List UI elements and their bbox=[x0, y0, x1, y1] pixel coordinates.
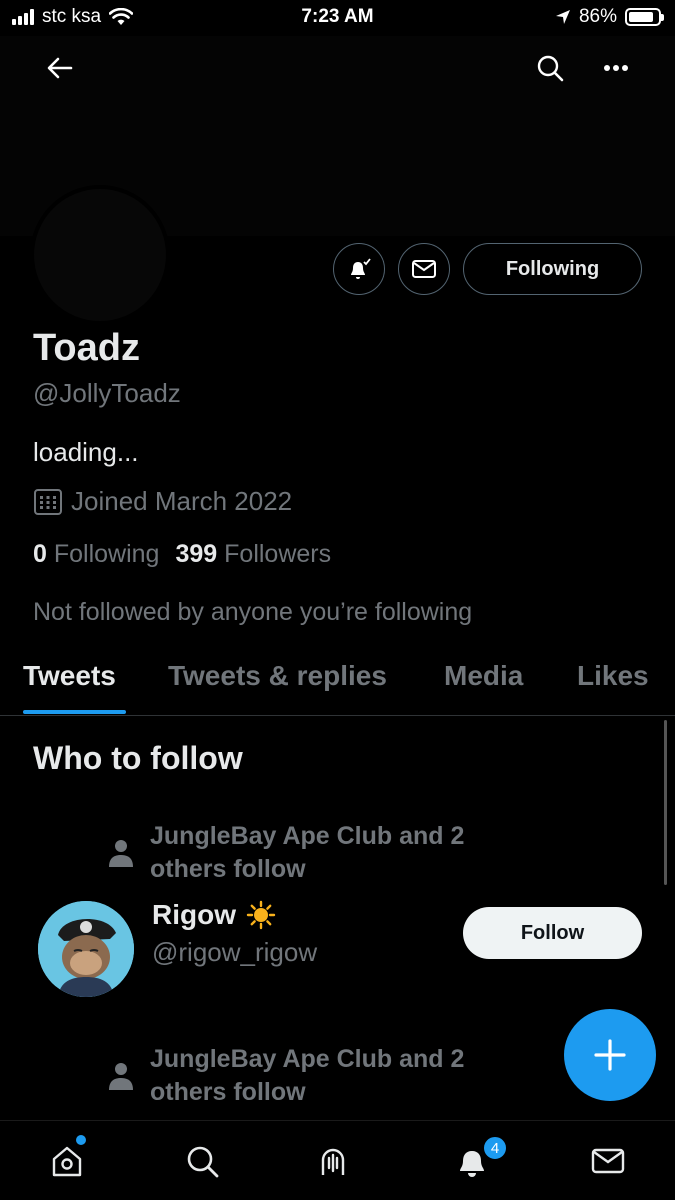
tab-tweets[interactable]: Tweets bbox=[23, 660, 116, 692]
social-context-line: others follow bbox=[150, 855, 306, 883]
profile-bio: loading... bbox=[33, 437, 139, 467]
nav-home[interactable] bbox=[45, 1139, 89, 1183]
tab-media[interactable]: Media bbox=[444, 660, 523, 692]
ape-avatar-image bbox=[38, 901, 134, 997]
person-icon bbox=[109, 840, 133, 867]
suggested-user-row[interactable]: Rigow @rigow_rigow Follow bbox=[0, 895, 675, 1005]
home-icon bbox=[52, 1146, 82, 1177]
profile-display-name: Toadz bbox=[33, 327, 140, 369]
compose-tweet-button[interactable] bbox=[564, 1009, 656, 1101]
social-context-line: others follow bbox=[150, 1078, 306, 1106]
user-avatar[interactable] bbox=[38, 901, 134, 997]
bell-check-icon bbox=[351, 258, 371, 279]
mail-icon bbox=[412, 260, 436, 278]
search-icon bbox=[537, 55, 564, 82]
tab-likes[interactable]: Likes bbox=[577, 660, 649, 692]
nav-search[interactable] bbox=[180, 1139, 224, 1183]
notifications-toggle-button[interactable] bbox=[333, 243, 385, 295]
nav-messages[interactable] bbox=[586, 1139, 630, 1183]
back-button[interactable] bbox=[40, 48, 80, 88]
plus-icon bbox=[594, 1039, 626, 1071]
battery-percent: 86% bbox=[578, 6, 617, 27]
nav-spaces[interactable] bbox=[311, 1139, 355, 1183]
battery-icon bbox=[625, 8, 664, 26]
active-tab-indicator bbox=[23, 710, 126, 714]
location-arrow-icon bbox=[555, 10, 570, 24]
followers-stat[interactable]: 399 Followers bbox=[175, 540, 331, 569]
scrollbar[interactable] bbox=[664, 720, 667, 885]
follow-button[interactable]: Follow bbox=[463, 907, 642, 959]
home-unread-dot bbox=[76, 1135, 86, 1145]
profile-tabs: Tweets Tweets & replies Media Likes bbox=[0, 660, 675, 716]
user-name[interactable]: Rigow bbox=[152, 899, 276, 931]
not-followed-note: Not followed by anyone you’re following bbox=[33, 598, 473, 626]
joined-label: Joined March 2022 bbox=[71, 486, 293, 516]
social-context: JungleBay Ape Club and 2 others follow bbox=[108, 820, 510, 886]
notifications-badge: 4 bbox=[482, 1135, 508, 1161]
who-to-follow-title: Who to follow bbox=[33, 740, 243, 776]
more-icon bbox=[604, 65, 628, 71]
profile-handle: @JollyToadz bbox=[33, 378, 181, 408]
following-stat[interactable]: 0 Following bbox=[33, 540, 159, 569]
status-right: 86% bbox=[555, 6, 664, 28]
person-icon bbox=[109, 1063, 133, 1090]
social-context-line: JungleBay Ape Club and 2 bbox=[150, 1045, 465, 1073]
tab-tweets-replies[interactable]: Tweets & replies bbox=[168, 660, 387, 692]
mail-icon bbox=[591, 1148, 625, 1174]
sun-emoji-icon bbox=[246, 900, 276, 930]
message-button[interactable] bbox=[398, 243, 450, 295]
tabs-divider bbox=[0, 715, 675, 716]
back-arrow-icon bbox=[47, 57, 73, 79]
calendar-icon bbox=[34, 488, 62, 515]
spaces-mic-icon bbox=[321, 1148, 345, 1175]
bottom-navigation bbox=[0, 1120, 675, 1200]
search-icon bbox=[187, 1146, 219, 1178]
social-context-line: JungleBay Ape Club and 2 bbox=[150, 822, 465, 850]
social-context: JungleBay Ape Club and 2 others follow bbox=[108, 1043, 510, 1109]
user-handle: @rigow_rigow bbox=[152, 937, 318, 967]
profile-stats: 0 Following 399 Followers bbox=[33, 540, 331, 569]
more-button[interactable] bbox=[596, 48, 636, 88]
joined-date: Joined March 2022 bbox=[33, 486, 292, 517]
following-button[interactable]: Following bbox=[463, 243, 642, 295]
search-button[interactable] bbox=[530, 48, 570, 88]
status-bar: stc ksa 7:23 AM 86% bbox=[0, 0, 675, 36]
profile-avatar[interactable] bbox=[30, 185, 170, 325]
